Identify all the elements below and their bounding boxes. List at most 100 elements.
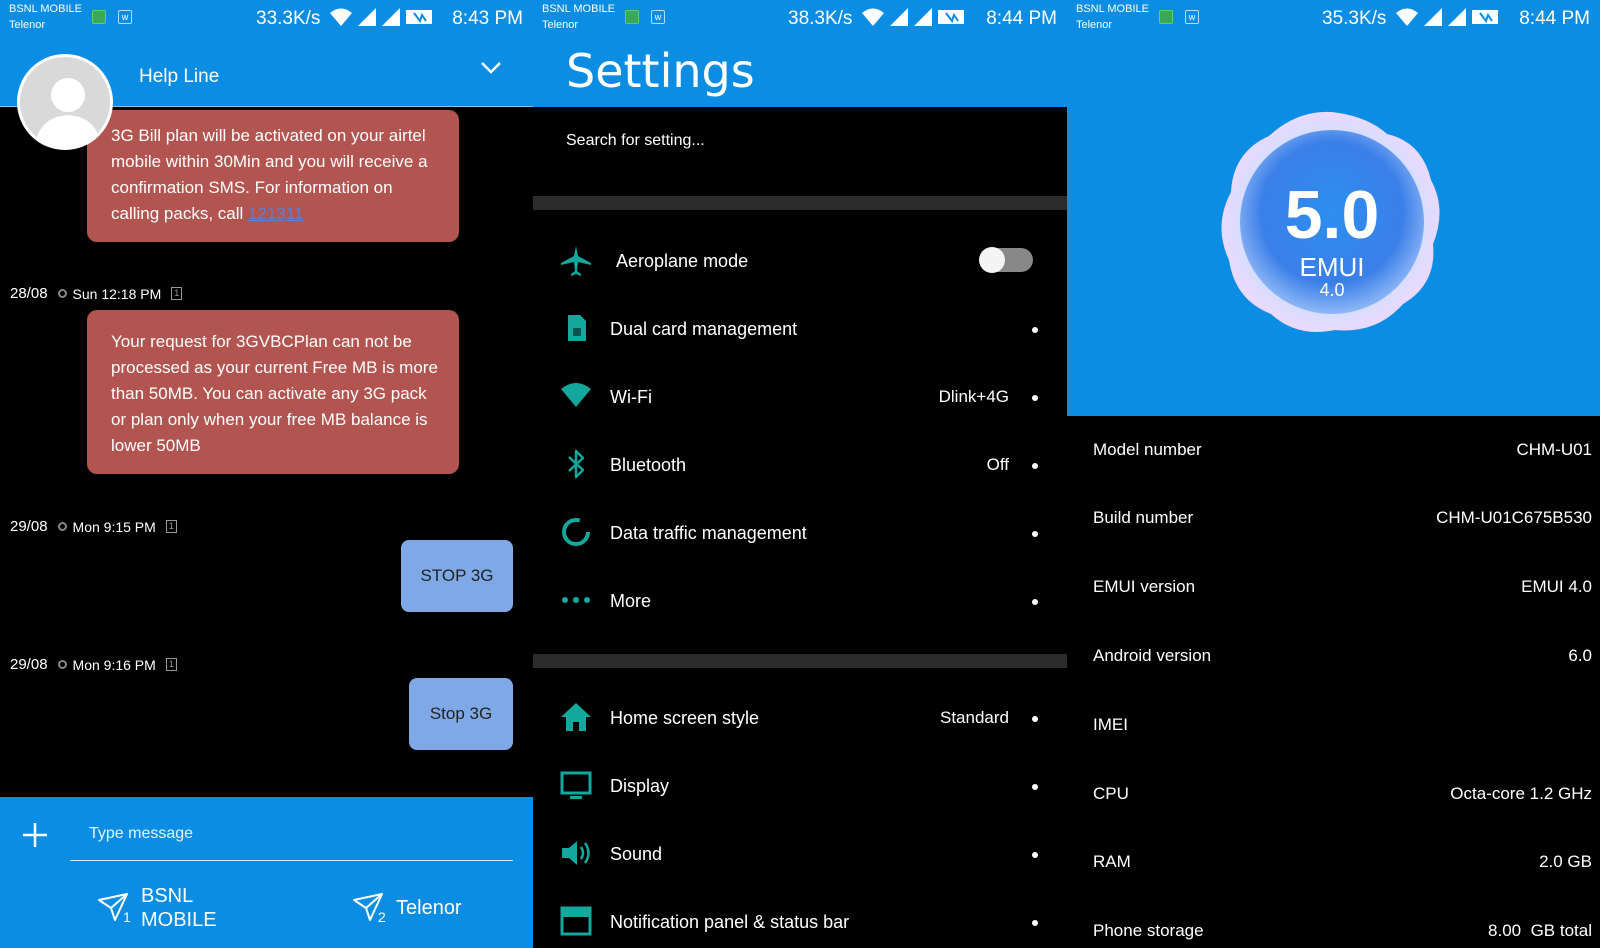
data-usage-icon bbox=[562, 518, 590, 546]
info-label: Build number bbox=[1093, 508, 1194, 527]
carrier-1: BSNL MOBILE bbox=[542, 3, 615, 15]
received-message[interactable]: 3G Bill plan will be activated on your a… bbox=[87, 110, 459, 242]
settings-screen: BSNL MOBILE Telenor w 38.3K/s 8:44 PM Se… bbox=[533, 0, 1067, 948]
message-timestamp: 29/08 Mon 9:16 PM 1 bbox=[10, 656, 177, 673]
setting-indicator-dot bbox=[1032, 852, 1038, 858]
send-sim1-button[interactable]: 1 BSNL MOBILE bbox=[97, 884, 217, 932]
send-icon: 2 bbox=[353, 893, 386, 924]
setting-dual-card[interactable]: Dual card management bbox=[533, 299, 1067, 359]
setting-display[interactable]: Display bbox=[533, 756, 1067, 816]
wifi-status-icon bbox=[1396, 8, 1418, 26]
setting-bluetooth[interactable]: Bluetooth Off bbox=[533, 435, 1067, 495]
setting-value: Off bbox=[986, 455, 1009, 474]
setting-label: More bbox=[610, 591, 652, 611]
setting-data-traffic[interactable]: Data traffic management bbox=[533, 503, 1067, 563]
network-speed: 38.3K/s bbox=[788, 8, 853, 29]
info-label: Phone storage bbox=[1093, 921, 1204, 940]
airplane-icon bbox=[561, 246, 591, 276]
info-row-model[interactable]: Model number CHM-U01 bbox=[1093, 440, 1592, 470]
setting-wifi[interactable]: Wi-Fi Dlink+4G bbox=[533, 367, 1067, 427]
setting-label: Dual card management bbox=[610, 319, 798, 339]
info-row-emui[interactable]: EMUI version EMUI 4.0 bbox=[1093, 577, 1592, 607]
setting-label: Home screen style bbox=[610, 708, 760, 728]
status-bar: BSNL MOBILE Telenor w 38.3K/s 8:44 PM bbox=[533, 0, 1067, 36]
input-underline bbox=[70, 860, 513, 861]
status-dot-icon bbox=[57, 289, 67, 298]
compose-bar bbox=[0, 797, 533, 948]
setting-label: Display bbox=[610, 776, 670, 796]
contact-avatar[interactable] bbox=[17, 54, 113, 150]
wifi-icon bbox=[561, 383, 591, 407]
wifi-status-icon bbox=[330, 8, 352, 26]
info-row-cpu[interactable]: CPU Octa-core 1.2 GHz bbox=[1093, 784, 1592, 814]
timestamp-date: 29/08 bbox=[10, 518, 48, 535]
info-label: EMUI version bbox=[1093, 577, 1196, 596]
more-dots-icon bbox=[562, 597, 590, 603]
setting-indicator-dot bbox=[1032, 531, 1038, 537]
bluetooth-icon bbox=[568, 449, 585, 479]
setting-sound[interactable]: Sound bbox=[533, 824, 1067, 884]
setting-more[interactable]: More bbox=[533, 571, 1067, 631]
home-icon bbox=[561, 703, 591, 731]
send-sim1-label-line2: MOBILE bbox=[141, 909, 217, 931]
chevron-down-icon[interactable] bbox=[480, 56, 502, 78]
info-label: Model number bbox=[1093, 440, 1202, 459]
info-row-android[interactable]: Android version 6.0 bbox=[1093, 646, 1592, 676]
setting-value: Standard bbox=[940, 708, 1009, 727]
info-value: CHM-U01C675B530 bbox=[1436, 508, 1592, 527]
page-title: Settings bbox=[566, 44, 755, 98]
info-row-storage[interactable]: Phone storage 8.00 GB total bbox=[1093, 921, 1592, 948]
signal-icons bbox=[330, 8, 434, 26]
setting-indicator-dot bbox=[1032, 920, 1038, 926]
send-sim2-label: Telenor bbox=[396, 896, 462, 919]
svg-text:2: 2 bbox=[378, 909, 386, 924]
status-bar: BSNL MOBILE Telenor w 33.3K/s 8:43 PM bbox=[0, 0, 533, 36]
sent-message[interactable]: Stop 3G bbox=[409, 678, 513, 750]
sent-message[interactable]: STOP 3G bbox=[401, 540, 513, 612]
section-divider bbox=[533, 654, 1067, 668]
battery-icon bbox=[406, 10, 432, 24]
setting-home-screen-style[interactable]: Home screen style Standard bbox=[533, 688, 1067, 748]
clock: 8:44 PM bbox=[986, 8, 1057, 29]
setting-notification-panel[interactable]: Notification panel & status bar bbox=[533, 892, 1067, 948]
emui-version-number: 5.0 bbox=[1285, 177, 1380, 253]
search-input[interactable]: Search for setting... bbox=[566, 132, 705, 150]
emui-logo: 5.0 EMUI 4.0 bbox=[1221, 111, 1440, 332]
info-row-imei[interactable]: IMEI bbox=[1093, 715, 1573, 745]
signal-1-icon bbox=[1424, 8, 1442, 26]
carrier-1: BSNL MOBILE bbox=[9, 3, 82, 15]
network-speed: 33.3K/s bbox=[256, 8, 321, 29]
timestamp-time: Sun 12:18 PM bbox=[72, 285, 162, 302]
phone-link[interactable]: 121311 bbox=[248, 204, 303, 223]
signal-2-icon bbox=[382, 8, 400, 26]
app-notification-icon: w bbox=[118, 10, 132, 24]
message-input[interactable]: Type message bbox=[89, 825, 193, 843]
info-row-ram[interactable]: RAM 2.0 GB bbox=[1093, 852, 1592, 882]
signal-1-icon bbox=[358, 8, 376, 26]
signal-1-icon bbox=[890, 8, 908, 26]
signal-2-icon bbox=[1448, 8, 1466, 26]
emui-brand: EMUI bbox=[1300, 252, 1365, 282]
clock: 8:43 PM bbox=[452, 8, 523, 29]
wifi-status-icon bbox=[862, 8, 884, 26]
carrier-2: Telenor bbox=[542, 19, 579, 31]
info-label: CPU bbox=[1093, 784, 1129, 803]
sim-card-icon bbox=[568, 315, 586, 341]
section-divider bbox=[533, 196, 1067, 210]
setting-indicator-dot bbox=[1032, 327, 1038, 333]
toggle-knob bbox=[979, 247, 1005, 273]
info-value: 8.00 GB total bbox=[1488, 921, 1592, 940]
received-message[interactable]: Your request for 3GVBCPlan can not be pr… bbox=[87, 310, 459, 474]
app-notification-icon: w bbox=[1185, 10, 1199, 24]
info-row-build[interactable]: Build number CHM-U01C675B530 bbox=[1093, 508, 1592, 538]
message-timestamp: 28/08 Sun 12:18 PM 1 bbox=[10, 285, 183, 302]
sim-indicator-icon: 1 bbox=[165, 658, 177, 671]
aeroplane-mode-toggle[interactable] bbox=[979, 247, 1033, 273]
attach-plus-icon[interactable] bbox=[22, 822, 48, 848]
sim-indicator-icon: 1 bbox=[171, 287, 183, 300]
timestamp-time: Mon 9:15 PM bbox=[72, 518, 156, 535]
setting-indicator-dot bbox=[1032, 784, 1038, 790]
send-sim2-button[interactable]: 2 Telenor bbox=[352, 892, 462, 924]
info-value: Octa-core 1.2 GHz bbox=[1450, 784, 1592, 803]
setting-value: Dlink+4G bbox=[938, 387, 1009, 406]
